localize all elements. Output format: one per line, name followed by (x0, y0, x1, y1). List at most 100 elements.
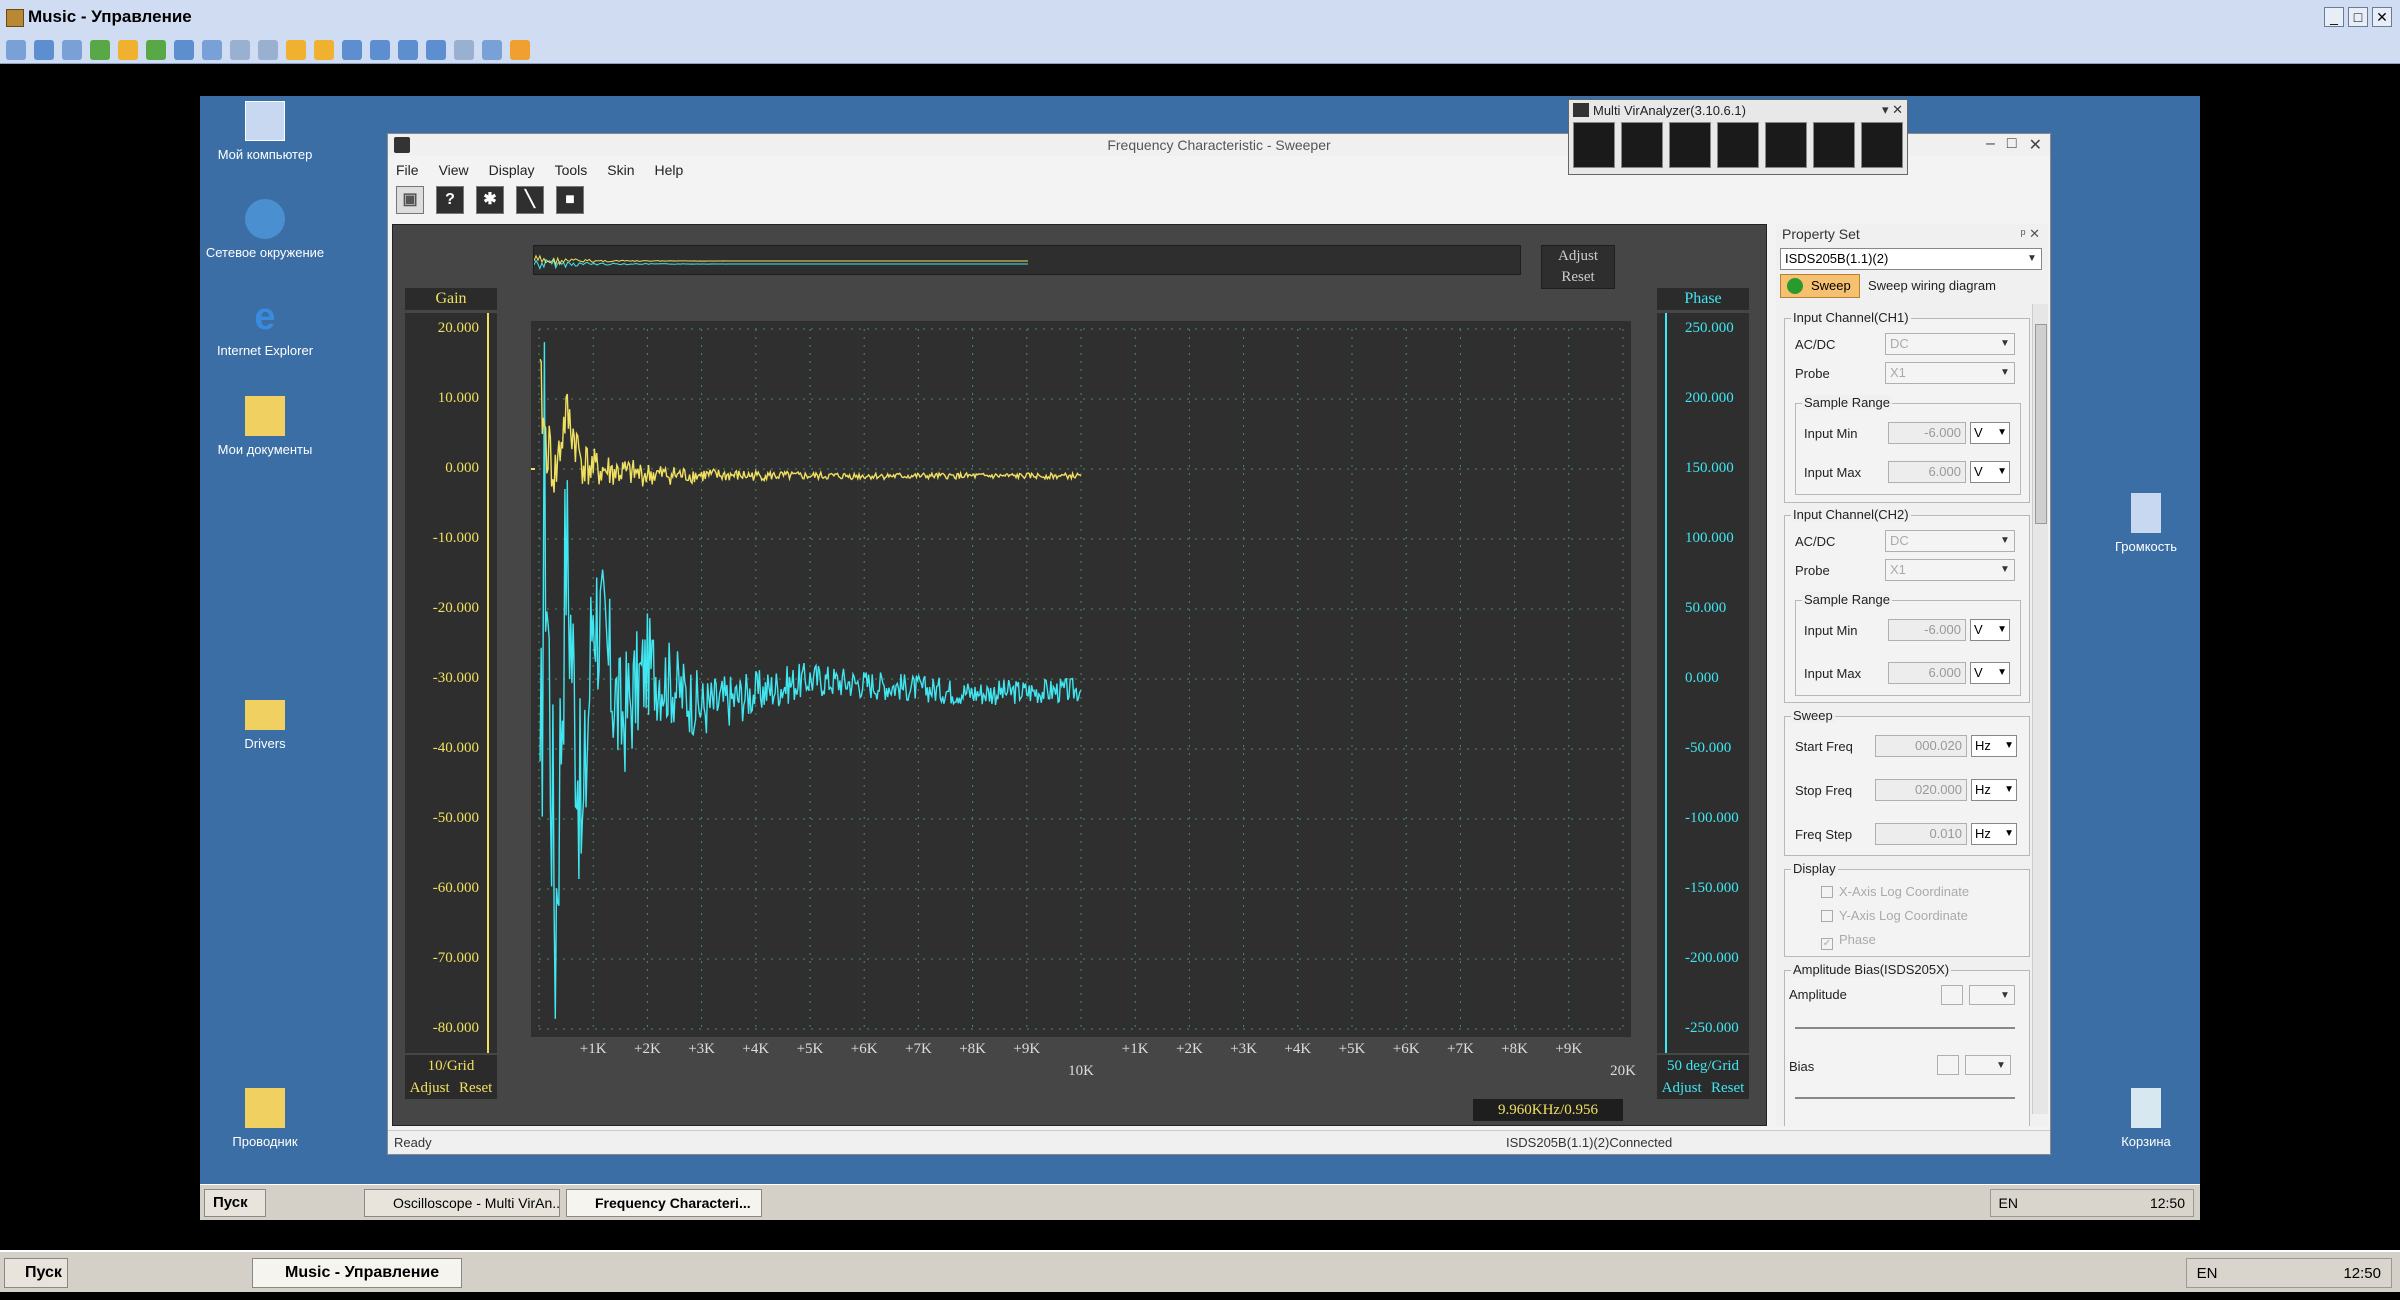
desktop-icon-ie[interactable]: e Internet Explorer (205, 297, 325, 359)
oscilloscope-tool-icon[interactable] (1573, 122, 1615, 168)
chat-icon[interactable] (146, 39, 166, 60)
ch1-input-max[interactable]: 6.000 (1888, 461, 1966, 483)
send-icon[interactable] (62, 39, 82, 60)
stop-freq-input[interactable]: 020.000 (1875, 779, 1967, 801)
amplitude-slider[interactable] (1795, 1027, 2015, 1029)
start-sweep-icon[interactable]: ╲ (516, 186, 544, 214)
app-maximize-button[interactable]: □ (2007, 135, 2017, 155)
lock-icon[interactable] (118, 39, 138, 60)
ch1-input-min[interactable]: -6.000 (1888, 422, 1966, 444)
window-icon[interactable] (342, 39, 362, 60)
host-start-button[interactable]: Пуск (4, 1258, 68, 1288)
ch2-acdc-select[interactable]: DC ▼ (1885, 530, 2015, 552)
message-icon[interactable] (202, 39, 222, 60)
gain-reset-button[interactable]: Reset (459, 1077, 492, 1099)
stop-freq-unit-select[interactable]: Hz ▼ (1971, 779, 2017, 801)
start-freq-unit-select[interactable]: Hz ▼ (1971, 735, 2017, 757)
filter-tool-icon[interactable] (1861, 122, 1903, 168)
menu-help[interactable]: Help (654, 162, 683, 178)
ch1-acdc-select[interactable]: DC ▼ (1885, 333, 2015, 355)
phase-reset-button[interactable]: Reset (1711, 1077, 1744, 1099)
y-log-checkbox[interactable]: Y-Axis Log Coordinate (1821, 908, 1968, 923)
users-icon[interactable] (258, 39, 278, 60)
refresh-icon[interactable] (90, 39, 110, 60)
bias-select[interactable]: ▼ (1965, 1055, 2011, 1075)
overview-adjust-button[interactable]: Adjust (1542, 246, 1614, 267)
phase-adjust-button[interactable]: Adjust (1662, 1077, 1702, 1099)
task-oscilloscope[interactable]: Oscilloscope - Multi VirAn... (364, 1189, 560, 1217)
desktop-icon-drivers[interactable]: Drivers (205, 694, 325, 752)
remote-start-button[interactable]: Пуск (204, 1189, 266, 1217)
pulse-tool-icon[interactable] (1717, 122, 1759, 168)
spectrum-tool-icon[interactable] (1621, 122, 1663, 168)
plot-area[interactable] (531, 321, 1631, 1037)
folder-icon[interactable] (286, 39, 306, 60)
ch2-max-unit-select[interactable]: V ▼ (1970, 662, 2010, 684)
freq-step-input[interactable]: 0.010 (1875, 823, 1967, 845)
sweep-tab[interactable]: Sweep (1780, 274, 1860, 298)
scale-icon[interactable] (426, 39, 446, 60)
save-icon[interactable]: ▣ (396, 186, 424, 214)
ch1-probe-select[interactable]: X1 ▼ (1885, 362, 2015, 384)
mva-window-buttons[interactable]: ▾ ✕ (1882, 102, 1903, 118)
property-scrollbar[interactable] (2032, 304, 2048, 1114)
menu-display[interactable]: Display (489, 162, 535, 178)
desktop-icon-volume[interactable]: Громкость (2086, 493, 2200, 555)
menu-skin[interactable]: Skin (607, 162, 634, 178)
amplitude-select[interactable]: ▼ (1969, 985, 2015, 1005)
ch2-probe-select[interactable]: X1 ▼ (1885, 559, 2015, 581)
fullscreen-icon[interactable] (370, 39, 390, 60)
phone-icon[interactable] (174, 39, 194, 60)
sweeper-tool-icon[interactable] (1813, 122, 1855, 168)
ch2-input-min[interactable]: -6.000 (1888, 619, 1966, 641)
gain-adjust-button[interactable]: Adjust (410, 1077, 450, 1099)
copy-icon[interactable] (454, 39, 474, 60)
menu-file[interactable]: File (396, 162, 419, 178)
scrollbar-thumb[interactable] (2035, 324, 2047, 524)
language-indicator[interactable]: EN (1999, 1195, 2018, 1211)
ch2-input-max[interactable]: 6.000 (1888, 662, 1966, 684)
settings-icon[interactable]: ✱ (476, 186, 504, 214)
desktop-icon-recycle[interactable]: Корзина (2086, 1088, 2200, 1150)
panel-pin-close-buttons[interactable]: ᵖ ✕ (2021, 224, 2040, 244)
host-task-music[interactable]: Music - Управление (252, 1258, 462, 1288)
close-button[interactable]: ✕ (2372, 7, 2392, 27)
monitor-icon[interactable] (34, 39, 54, 60)
recorder-tool-icon[interactable] (1669, 122, 1711, 168)
start-freq-input[interactable]: 000.020 (1875, 735, 1967, 757)
desktop-icon-explorer[interactable]: Проводник (205, 1088, 325, 1150)
desktop-icon-my-computer[interactable]: Мой компьютер (205, 101, 325, 163)
desktop-icon-documents[interactable]: Мои документы (205, 396, 325, 458)
files-icon[interactable] (314, 39, 334, 60)
ch1-max-unit-select[interactable]: V ▼ (1970, 461, 2010, 483)
overview-strip[interactable] (533, 245, 1521, 275)
menu-view[interactable]: View (439, 162, 469, 178)
menu-tools[interactable]: Tools (555, 162, 588, 178)
x-log-checkbox[interactable]: X-Axis Log Coordinate (1821, 884, 1969, 899)
app-close-button[interactable]: ✕ (2029, 135, 2042, 155)
amplitude-stepper[interactable] (1941, 985, 1963, 1005)
freq-step-unit-select[interactable]: Hz ▼ (1971, 823, 2017, 845)
task-frequency[interactable]: Frequency Characteri... (566, 1189, 762, 1217)
stop-icon[interactable]: ■ (556, 186, 584, 214)
ch1-min-unit-select[interactable]: V ▼ (1970, 422, 2010, 444)
fit-icon[interactable] (398, 39, 418, 60)
app-minimize-button[interactable]: – (1986, 135, 1995, 155)
bias-slider[interactable] (1795, 1097, 2015, 1099)
desktop-icon-network[interactable]: Сетевое окружение (205, 199, 325, 261)
settings-icon[interactable] (482, 39, 502, 60)
sweep-wiring-diagram-link[interactable]: Sweep wiring diagram (1868, 278, 1996, 293)
device-select[interactable]: ISDS205B(1.1)(2) ▼ (1780, 248, 2042, 270)
user-icon[interactable] (230, 39, 250, 60)
minimize-button[interactable]: _ (2324, 7, 2344, 27)
phase-checkbox[interactable]: ✓ Phase (1821, 932, 1876, 950)
ch2-min-unit-select[interactable]: V ▼ (1970, 619, 2010, 641)
overview-reset-button[interactable]: Reset (1542, 267, 1614, 288)
bias-stepper[interactable] (1937, 1055, 1959, 1075)
help-icon[interactable]: ? (436, 186, 464, 214)
disconnect-icon[interactable] (510, 39, 530, 60)
signal-tool-icon[interactable] (1765, 122, 1807, 168)
connect-icon[interactable] (6, 39, 26, 60)
maximize-button[interactable]: □ (2348, 7, 2368, 27)
language-indicator[interactable]: EN (2197, 1265, 2218, 1282)
